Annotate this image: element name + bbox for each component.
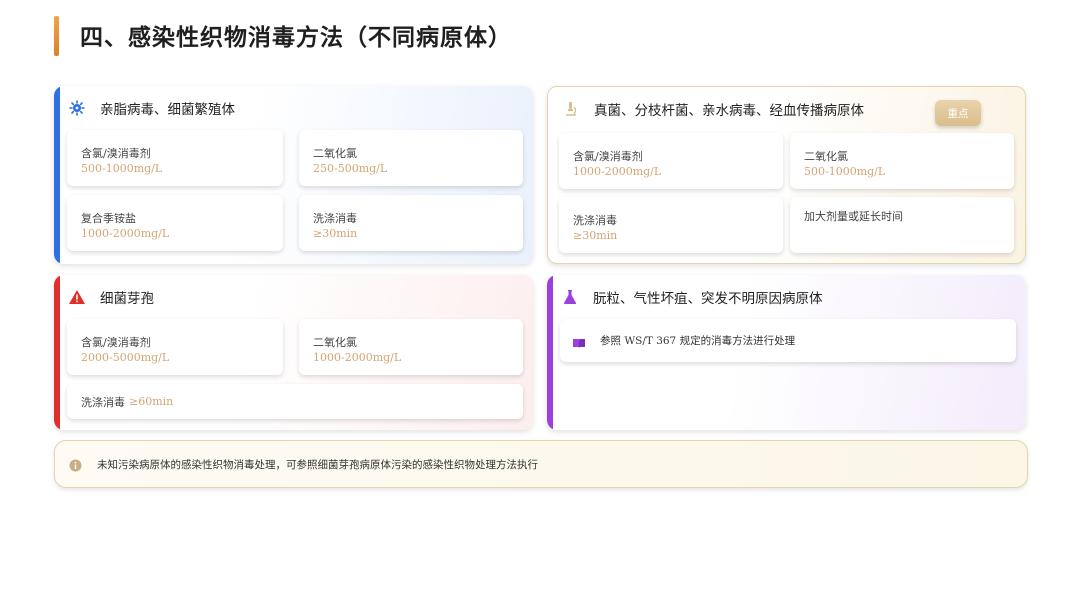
tile-value: 1000-2000mg/L <box>81 227 170 240</box>
tile-value: 2000-5000mg/L <box>81 351 170 364</box>
microscope-icon <box>562 100 580 118</box>
tile-value: ≥30min <box>573 229 618 242</box>
tile-name: 加大剂量或延长时间 <box>804 210 903 223</box>
tile-name: 二氧化氯 <box>804 150 848 163</box>
page-title: 四、感染性织物消毒方法（不同病原体） <box>80 25 512 51</box>
tile-value: 1000-2000mg/L <box>573 165 662 178</box>
card-bacterial-spores: 细菌芽孢 含氯/溴消毒剂 2000-5000mg/L 二氧化氯 1000-200… <box>54 275 533 430</box>
tile-name: 洗涤消毒 <box>573 214 617 227</box>
tile-value: ≥30min <box>313 227 358 240</box>
tile-name: 复合季铵盐 <box>81 212 136 225</box>
note-text: 未知污染病原体的感染性织物消毒处理，可参照细菌芽孢病原体污染的感染性织物处理方法… <box>97 458 538 471</box>
virus-icon <box>68 99 86 117</box>
tile-wash-disinfect: 洗涤消毒 ≥60min <box>67 384 523 419</box>
tile-value: 250-500mg/L <box>313 162 388 175</box>
card-accent-bar <box>54 86 60 264</box>
reference-text: 参照 WS/T 367 规定的消毒方法进行处理 <box>600 335 796 347</box>
tile-chlorine-bromine: 含氯/溴消毒剂 1000-2000mg/L <box>559 133 783 189</box>
slide: 四、感染性织物消毒方法（不同病原体） 亲脂病毒、细菌繁殖体 含氯/溴消毒剂 50… <box>0 0 1080 608</box>
warning-icon <box>68 288 86 306</box>
card-lipophilic-virus: 亲脂病毒、细菌繁殖体 含氯/溴消毒剂 500-1000mg/L 二氧化氯 250… <box>54 86 533 264</box>
tile-value: ≥60min <box>129 395 174 408</box>
footer-note: 未知污染病原体的感染性织物消毒处理，可参照细菌芽孢病原体污染的感染性织物处理方法… <box>54 440 1028 488</box>
tile-chlorine-bromine: 含氯/溴消毒剂 2000-5000mg/L <box>67 319 283 375</box>
title-accent-bar <box>54 16 59 56</box>
tile-value: 500-1000mg/L <box>804 165 886 178</box>
key-point-badge: 重点 <box>935 100 981 126</box>
tile-wash-disinfect: 洗涤消毒 ≥30min <box>299 195 523 251</box>
tile-chlorine-bromine: 含氯/溴消毒剂 500-1000mg/L <box>67 130 283 186</box>
tile-name: 二氧化氯 <box>313 336 357 349</box>
tile-chlorine-dioxide: 二氧化氯 250-500mg/L <box>299 130 523 186</box>
tile-increase-dose: 加大剂量或延长时间 <box>790 197 1014 253</box>
card-fungi-mycobacteria: 真菌、分枝杆菌、亲水病毒、经血传播病原体 重点 含氯/溴消毒剂 1000-200… <box>547 86 1026 264</box>
tile-name: 洗涤消毒 <box>313 212 357 225</box>
card-heading: 朊粒、气性坏疽、突发不明原因病原体 <box>593 291 823 307</box>
tile-chlorine-dioxide: 二氧化氯 500-1000mg/L <box>790 133 1014 189</box>
tile-value: 1000-2000mg/L <box>313 351 402 364</box>
book-icon <box>572 334 586 353</box>
card-heading: 真菌、分枝杆菌、亲水病毒、经血传播病原体 <box>594 103 864 119</box>
tile-name: 含氯/溴消毒剂 <box>81 147 151 160</box>
tile-name: 洗涤消毒 <box>81 395 125 409</box>
reference-row: 参照 WS/T 367 规定的消毒方法进行处理 <box>560 319 1016 362</box>
card-heading: 细菌芽孢 <box>100 291 154 307</box>
tile-name: 含氯/溴消毒剂 <box>573 150 643 163</box>
card-heading: 亲脂病毒、细菌繁殖体 <box>100 102 235 118</box>
info-icon <box>69 457 82 476</box>
tile-chlorine-dioxide: 二氧化氯 1000-2000mg/L <box>299 319 523 375</box>
card-prion-gangrene: 朊粒、气性坏疽、突发不明原因病原体 参照 WS/T 367 规定的消毒方法进行处… <box>547 275 1026 430</box>
tile-wash-disinfect: 洗涤消毒 ≥30min <box>559 197 783 253</box>
card-accent-bar <box>547 275 553 430</box>
tile-quaternary-ammonium: 复合季铵盐 1000-2000mg/L <box>67 195 283 251</box>
tile-name: 二氧化氯 <box>313 147 357 160</box>
card-accent-bar <box>54 275 60 430</box>
flask-icon <box>561 288 579 306</box>
tile-value: 500-1000mg/L <box>81 162 163 175</box>
tile-name: 含氯/溴消毒剂 <box>81 336 151 349</box>
